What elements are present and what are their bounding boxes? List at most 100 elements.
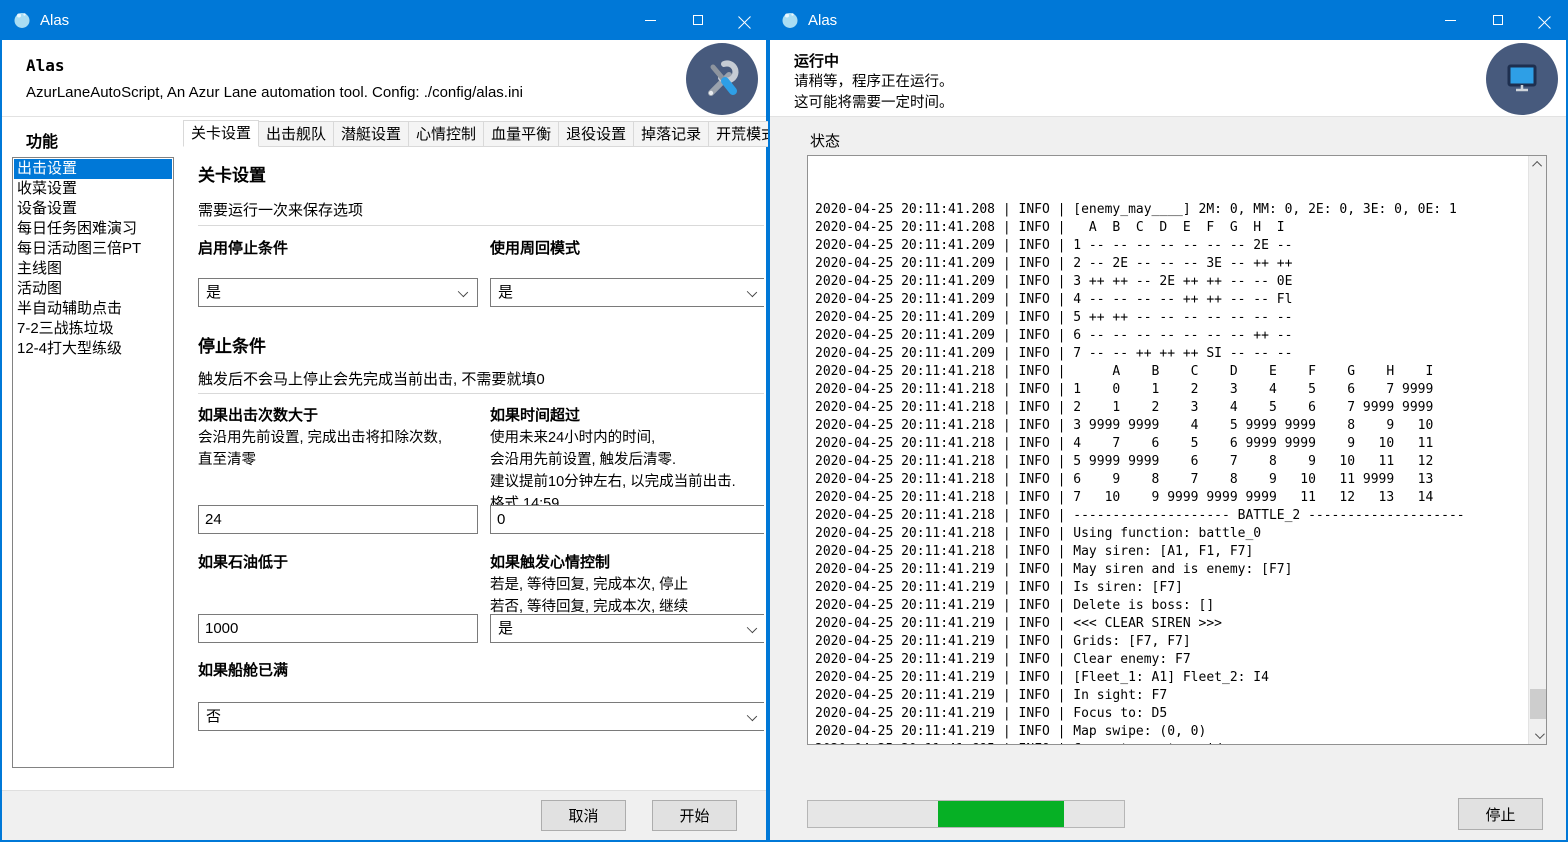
log-line: 2020-04-25 20:11:41.218 | INFO | -------… [815, 507, 1526, 525]
log-line: 2020-04-25 20:11:41.208 | INFO | [enemy_… [815, 201, 1526, 219]
enable-stop-select[interactable]: 是 [198, 278, 478, 307]
window-controls [627, 0, 768, 40]
count-gt-input[interactable] [198, 505, 478, 534]
log-lines: 2020-04-25 20:11:41.208 | INFO | [enemy_… [815, 155, 1526, 745]
app-subtitle: AzurLaneAutoScript, An Azur Lane automat… [26, 84, 523, 101]
status-label: 状态 [810, 130, 840, 151]
log-line: 2020-04-25 20:11:41.208 | INFO | A B C D… [815, 219, 1526, 237]
minimize-button[interactable] [1427, 0, 1474, 40]
log-line: 2020-04-25 20:11:41.219 | INFO | <<< CLE… [815, 615, 1526, 633]
log-line: 2020-04-25 20:11:41.219 | INFO | Map swi… [815, 723, 1526, 741]
dock-full-select[interactable]: 否 [198, 702, 764, 731]
function-list-item[interactable]: 每日活动图三倍PT [14, 239, 172, 259]
start-button[interactable]: 开始 [652, 800, 737, 831]
tools-badge [686, 43, 758, 115]
cancel-button[interactable]: 取消 [541, 800, 626, 831]
titlebar-left: Alas [0, 0, 768, 40]
chevron-up-icon [1532, 161, 1542, 171]
enable-stop-value: 是 [206, 284, 221, 301]
window-controls [1427, 0, 1568, 40]
window-settings: Alas Alas AzurLaneAutoScript, An Azur La… [0, 0, 768, 842]
log-line: 2020-04-25 20:11:41.218 | INFO | A B C D… [815, 363, 1526, 381]
chevron-down-icon [458, 287, 468, 297]
app-header: Alas AzurLaneAutoScript, An Azur Lane au… [2, 40, 766, 117]
log-line: 2020-04-25 20:11:41.209 | INFO | 4 -- --… [815, 291, 1526, 309]
log-line: 2020-04-25 20:11:41.219 | INFO | Focus t… [815, 705, 1526, 723]
time-over-input[interactable] [490, 505, 764, 534]
function-list-item[interactable]: 设备设置 [14, 199, 172, 219]
log-line: 2020-04-25 20:11:41.218 | INFO | 5 9999 … [815, 453, 1526, 471]
window-title: Alas [40, 12, 69, 29]
emotion-value: 是 [498, 620, 513, 637]
settings-tab[interactable]: 关卡设置 [183, 120, 259, 147]
settings-tab[interactable]: 出击舰队 [259, 121, 334, 147]
oil-below-input[interactable] [198, 614, 478, 643]
function-list-item[interactable]: 活动图 [14, 279, 172, 299]
log-line: 2020-04-25 20:11:41.219 | INFO | May sir… [815, 561, 1526, 579]
dock-full-label: 如果船舱已满 [198, 659, 288, 680]
maximize-button[interactable] [674, 0, 721, 40]
function-list-item[interactable]: 收菜设置 [14, 179, 172, 199]
close-button[interactable] [721, 0, 768, 40]
log-line: 2020-04-25 20:11:41.219 | INFO | Is sire… [815, 579, 1526, 597]
emotion-select[interactable]: 是 [490, 614, 764, 643]
status-title: 运行中 [794, 50, 839, 71]
scrollbar-thumb[interactable] [1530, 689, 1546, 719]
loop-mode-select[interactable]: 是 [490, 278, 764, 307]
screen: Alas Alas AzurLaneAutoScript, An Azur La… [0, 0, 1568, 842]
oil-below-label: 如果石油低于 [198, 551, 288, 572]
chevron-down-icon [747, 711, 757, 721]
settings-tab[interactable]: 血量平衡 [484, 121, 559, 147]
log-box[interactable]: 2020-04-25 20:11:41.208 | INFO | [enemy_… [807, 155, 1547, 745]
close-button[interactable] [1521, 0, 1568, 40]
function-list-item[interactable]: 每日任务困难演习 [14, 219, 172, 239]
chevron-down-icon [1534, 729, 1544, 739]
log-line: 2020-04-25 20:11:41.218 | INFO | 3 9999 … [815, 417, 1526, 435]
scroll-up-button[interactable] [1529, 156, 1547, 173]
log-line: 2020-04-25 20:11:41.219 | INFO | Delete … [815, 597, 1526, 615]
log-line: 2020-04-25 20:11:41.209 | INFO | 7 -- --… [815, 345, 1526, 363]
log-line: 2020-04-25 20:11:41.218 | INFO | 2 1 2 3… [815, 399, 1526, 417]
log-line: 2020-04-25 20:11:41.218 | INFO | 1 0 1 2… [815, 381, 1526, 399]
maximize-icon [693, 15, 703, 25]
log-line: 2020-04-25 20:11:41.209 | INFO | 1 -- --… [815, 237, 1526, 255]
time-over-help: 使用未来24小时内的时间, 会沿用先前设置, 触发后清零. 建议提前10分钟左右… [490, 427, 764, 515]
settings-tab[interactable]: 退役设置 [559, 121, 634, 147]
log-scrollbar[interactable] [1528, 156, 1546, 744]
wrench-screwdriver-icon [700, 57, 744, 101]
minimize-icon [1445, 20, 1456, 21]
function-list-item[interactable]: 12-4打大型练级 [14, 339, 172, 359]
log-line: 2020-04-25 20:11:41.218 | INFO | 4 7 6 5… [815, 435, 1526, 453]
count-gt-help: 会沿用先前设置, 完成出击将扣除次数, 直至清零 [198, 427, 483, 471]
monitor-badge [1486, 43, 1558, 115]
sidebar-label: 功能 [26, 128, 58, 152]
chevron-down-icon [747, 623, 757, 633]
maximize-icon [1493, 15, 1503, 25]
progress-bar [807, 800, 1125, 828]
function-list: 出击设置收菜设置设备设置每日任务困难演习每日活动图三倍PT主线图活动图半自动辅助… [12, 157, 174, 768]
function-list-item[interactable]: 主线图 [14, 259, 172, 279]
log-line: 2020-04-25 20:11:41.209 | INFO | 5 ++ ++… [815, 309, 1526, 327]
function-list-item[interactable]: 半自动辅助点击 [14, 299, 172, 319]
monitor-icon [1500, 57, 1544, 101]
chevron-down-icon [747, 287, 757, 297]
settings-tab[interactable]: 掉落记录 [634, 121, 709, 147]
maximize-button[interactable] [1474, 0, 1521, 40]
log-line: 2020-04-25 20:11:41.219 | INFO | [Fleet_… [815, 669, 1526, 687]
panel-title: 关卡设置 [198, 161, 266, 186]
function-list-item[interactable]: 7-2三战拣垃圾 [14, 319, 172, 339]
status-desc: 请稍等，程序正在运行。 这可能将需要一定时间。 [794, 72, 954, 114]
panel-subtitle: 需要运行一次来保存选项 [198, 199, 363, 220]
stop-section-subtitle: 触发后不会马上停止会先完成当前出击, 不需要就填0 [198, 368, 545, 389]
function-list-item[interactable]: 出击设置 [14, 159, 172, 179]
window-title: Alas [808, 12, 837, 29]
close-icon [738, 14, 751, 27]
settings-tab[interactable]: 潜艇设置 [334, 121, 409, 147]
log-line: 2020-04-25 20:11:41.209 | INFO | 3 ++ ++… [815, 273, 1526, 291]
settings-tab[interactable]: 心情控制 [409, 121, 484, 147]
dock-full-value: 否 [206, 708, 221, 725]
scroll-down-button[interactable] [1529, 727, 1547, 744]
minimize-button[interactable] [627, 0, 674, 40]
window-status: Alas 运行中 请稍等，程序正在运行。 这可能将需要一定时间。 状态 [768, 0, 1568, 842]
stop-button[interactable]: 停止 [1458, 798, 1543, 830]
